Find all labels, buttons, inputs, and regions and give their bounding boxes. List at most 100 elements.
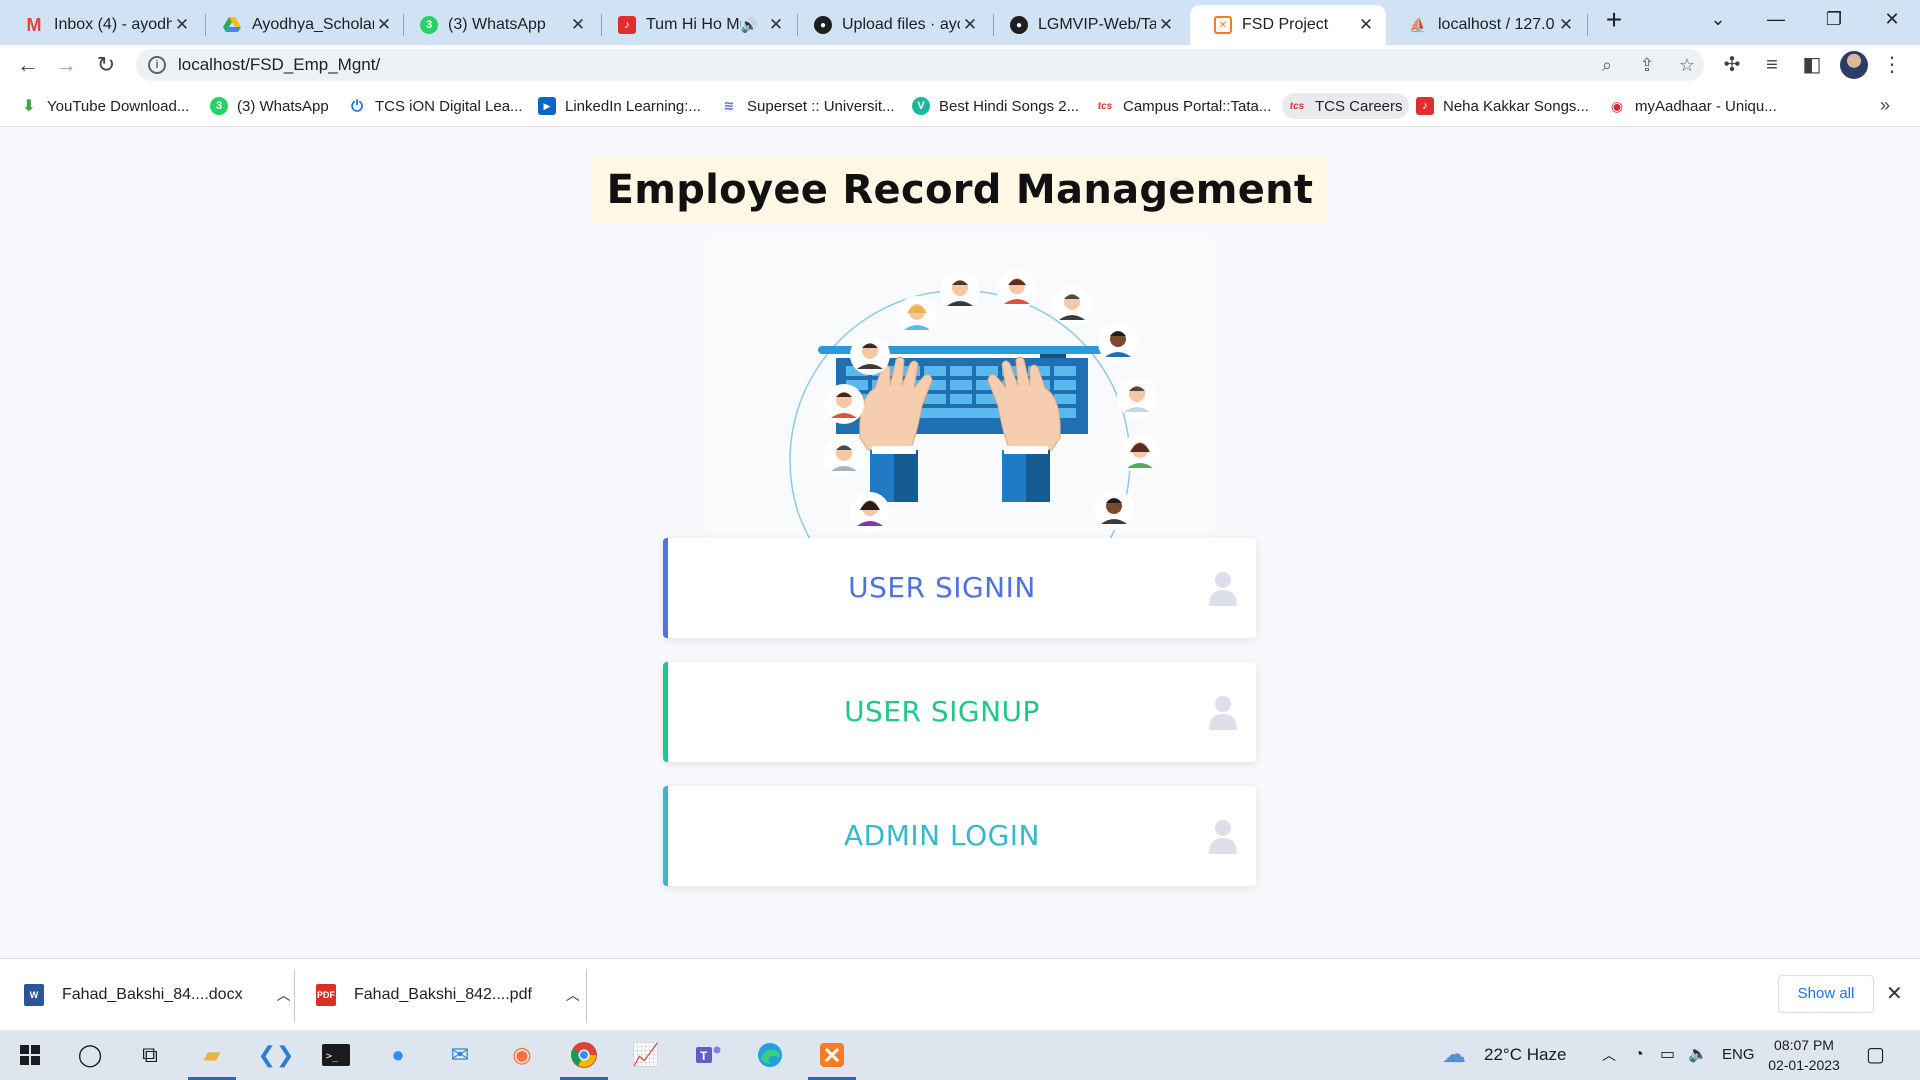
chevron-up-icon[interactable]: ︿: [277, 985, 291, 1005]
download-item-pdf[interactable]: PDF Fahad_Bakshi_842....pdf ︿: [316, 959, 580, 1031]
bookmark-youtube-downloader[interactable]: ⬇ YouTube Download...: [14, 93, 195, 119]
bookmark-tcs-careers[interactable]: tcs TCS Careers: [1282, 93, 1409, 119]
zoom-app-icon[interactable]: ●: [380, 1037, 416, 1073]
tab-music[interactable]: ♪ Tum Hi Ho Music 🔊 ✕: [594, 5, 796, 45]
tab-separator: [1587, 14, 1588, 36]
phpmyadmin-icon: ⛵: [1409, 16, 1427, 33]
speaker-icon[interactable]: 🔊: [741, 17, 758, 34]
back-button[interactable]: ←: [12, 49, 44, 81]
reload-button[interactable]: ↻: [90, 49, 122, 81]
whatsapp-icon: 3: [420, 16, 438, 34]
close-icon[interactable]: ✕: [766, 15, 786, 35]
tab-gmail-inbox[interactable]: M Inbox (4) - ayodhya ✕: [0, 5, 202, 45]
chevron-up-icon[interactable]: ︿: [1602, 1030, 1616, 1080]
tab-ayodhya-scholars[interactable]: Ayodhya_Scholars ✕: [198, 5, 404, 45]
close-icon[interactable]: ✕: [374, 15, 394, 35]
bookmark-myaadhaar[interactable]: ◉ myAadhaar - Uniqu...: [1602, 93, 1783, 119]
search-icon[interactable]: ◯: [72, 1037, 108, 1073]
user-icon: [1209, 572, 1237, 606]
bookmark-tcs-ion[interactable]: ⏻ TCS iON Digital Lea...: [342, 93, 529, 119]
weather-text[interactable]: 22°C Haze: [1484, 1030, 1566, 1080]
new-tab-button[interactable]: +: [1598, 5, 1630, 37]
close-icon[interactable]: ✕: [960, 15, 980, 35]
system-clock[interactable]: 08:07 PM 02-01-2023: [1764, 1035, 1844, 1075]
user-signup-button[interactable]: USER SIGNUP: [663, 662, 1256, 762]
file-explorer-icon[interactable]: ▰: [188, 1037, 236, 1080]
download-item-docx[interactable]: W Fahad_Bakshi_84....docx ︿: [24, 959, 291, 1031]
url-text: localhost/FSD_Emp_Mgnt/: [178, 55, 381, 74]
bookmark-campus-portal[interactable]: tcs Campus Portal::Tata...: [1090, 93, 1277, 119]
chevron-up-icon[interactable]: ︿: [566, 985, 580, 1005]
chrome-icon[interactable]: [560, 1037, 608, 1080]
user-signin-button[interactable]: USER SIGNIN: [663, 538, 1256, 638]
close-window-button[interactable]: ✕: [1864, 0, 1920, 40]
close-icon[interactable]: ✕: [1356, 15, 1376, 35]
google-drive-icon: [222, 15, 242, 35]
edge-icon[interactable]: [752, 1037, 788, 1073]
admin-login-button[interactable]: ADMIN LOGIN: [663, 786, 1256, 886]
minimize-button[interactable]: —: [1748, 0, 1804, 40]
extensions-icon[interactable]: ✣: [1720, 53, 1744, 77]
user-icon: [1209, 696, 1237, 730]
bookmarks-overflow-button[interactable]: »: [1880, 95, 1890, 116]
windows-start-icon[interactable]: [12, 1037, 48, 1073]
chart-app-icon[interactable]: 📈: [628, 1037, 664, 1073]
xampp-icon[interactable]: [808, 1037, 856, 1080]
bookmark-linkedin-learning[interactable]: ▶ LinkedIn Learning:...: [532, 93, 707, 119]
bookmark-neha-kakkar[interactable]: ♪ Neha Kakkar Songs...: [1410, 93, 1595, 119]
music-icon: ♪: [618, 16, 636, 34]
restore-button[interactable]: ❐: [1806, 0, 1862, 40]
info-icon[interactable]: i: [148, 56, 166, 74]
downloads-bar: W Fahad_Bakshi_84....docx ︿ PDF Fahad_Ba…: [0, 958, 1920, 1030]
close-icon[interactable]: ✕: [1556, 15, 1576, 35]
github-icon: ●: [1010, 16, 1028, 34]
side-panel-icon[interactable]: ◧: [1800, 53, 1824, 77]
notifications-icon[interactable]: ▢: [1866, 1030, 1885, 1080]
terminal-icon[interactable]: >_: [318, 1037, 354, 1073]
network-icon[interactable]: ◔: [1634, 1030, 1644, 1080]
whatsapp-icon: 3: [210, 97, 228, 115]
page-content: Employee Record Management System: [0, 128, 1920, 908]
firefox-icon[interactable]: ◉: [504, 1037, 540, 1073]
clock-time: 08:07 PM: [1774, 1037, 1834, 1053]
battery-icon[interactable]: ▭: [1660, 1030, 1675, 1080]
bookmark-whatsapp[interactable]: 3 (3) WhatsApp: [204, 93, 335, 119]
vscode-icon[interactable]: ❮❯: [258, 1037, 295, 1073]
download-separator: [586, 969, 587, 1023]
bookmark-superset[interactable]: ≋ Superset :: Universit...: [714, 93, 901, 119]
close-icon[interactable]: ✕: [1156, 15, 1176, 35]
word-document-icon: W: [24, 984, 44, 1006]
mail-icon[interactable]: ✉: [442, 1037, 478, 1073]
close-downloads-button[interactable]: ✕: [1886, 981, 1903, 1006]
linkedin-learning-icon: ▶: [538, 97, 556, 115]
vimeo-icon: V: [912, 97, 930, 115]
zoom-icon[interactable]: ⌕: [1596, 54, 1618, 76]
tab-fsd-project[interactable]: ✕ FSD Project ✕: [1190, 5, 1386, 45]
tab-phpmyadmin[interactable]: ⛵ localhost / 127.0.0.1 ✕: [1384, 5, 1586, 45]
weather-icon[interactable]: ☁: [1442, 1030, 1466, 1080]
tab-search-button[interactable]: ⌄: [1690, 0, 1746, 40]
forward-button[interactable]: →: [50, 49, 82, 81]
close-icon[interactable]: ✕: [172, 15, 192, 35]
tab-whatsapp[interactable]: 3 (3) WhatsApp ✕: [396, 5, 598, 45]
menu-icon[interactable]: ⋮: [1880, 53, 1904, 77]
bookmark-hindi-songs[interactable]: V Best Hindi Songs 2...: [906, 93, 1085, 119]
volume-icon[interactable]: 🔈: [1688, 1030, 1708, 1080]
tab-github-upload[interactable]: ● Upload files · ayodhya ✕: [790, 5, 990, 45]
download-icon: ⬇: [22, 98, 36, 115]
task-view-icon[interactable]: ⧉: [132, 1037, 168, 1073]
superset-icon: ≋: [723, 98, 735, 113]
share-icon[interactable]: ⇪: [1636, 54, 1658, 76]
browser-toolbar: ← → ↻ i localhost/FSD_Emp_Mgnt/ ⌕ ⇪ ☆ ✣ …: [0, 45, 1920, 85]
close-icon[interactable]: ✕: [568, 15, 588, 35]
media-control-icon[interactable]: ≡: [1760, 53, 1784, 77]
bookmark-star-icon[interactable]: ☆: [1676, 54, 1698, 76]
admin-login-label: ADMIN LOGIN: [843, 819, 1041, 852]
teams-icon[interactable]: T: [690, 1037, 726, 1073]
show-all-downloads-button[interactable]: Show all: [1778, 975, 1874, 1013]
language-indicator[interactable]: ENG: [1722, 1030, 1755, 1080]
address-bar[interactable]: i localhost/FSD_Emp_Mgnt/ ⌕ ⇪ ☆: [136, 49, 1704, 81]
profile-avatar[interactable]: [1840, 51, 1868, 79]
tab-github-lgmvip[interactable]: ● LGMVIP-Web/Task ✕: [986, 5, 1186, 45]
music-icon: ♪: [1416, 97, 1434, 115]
